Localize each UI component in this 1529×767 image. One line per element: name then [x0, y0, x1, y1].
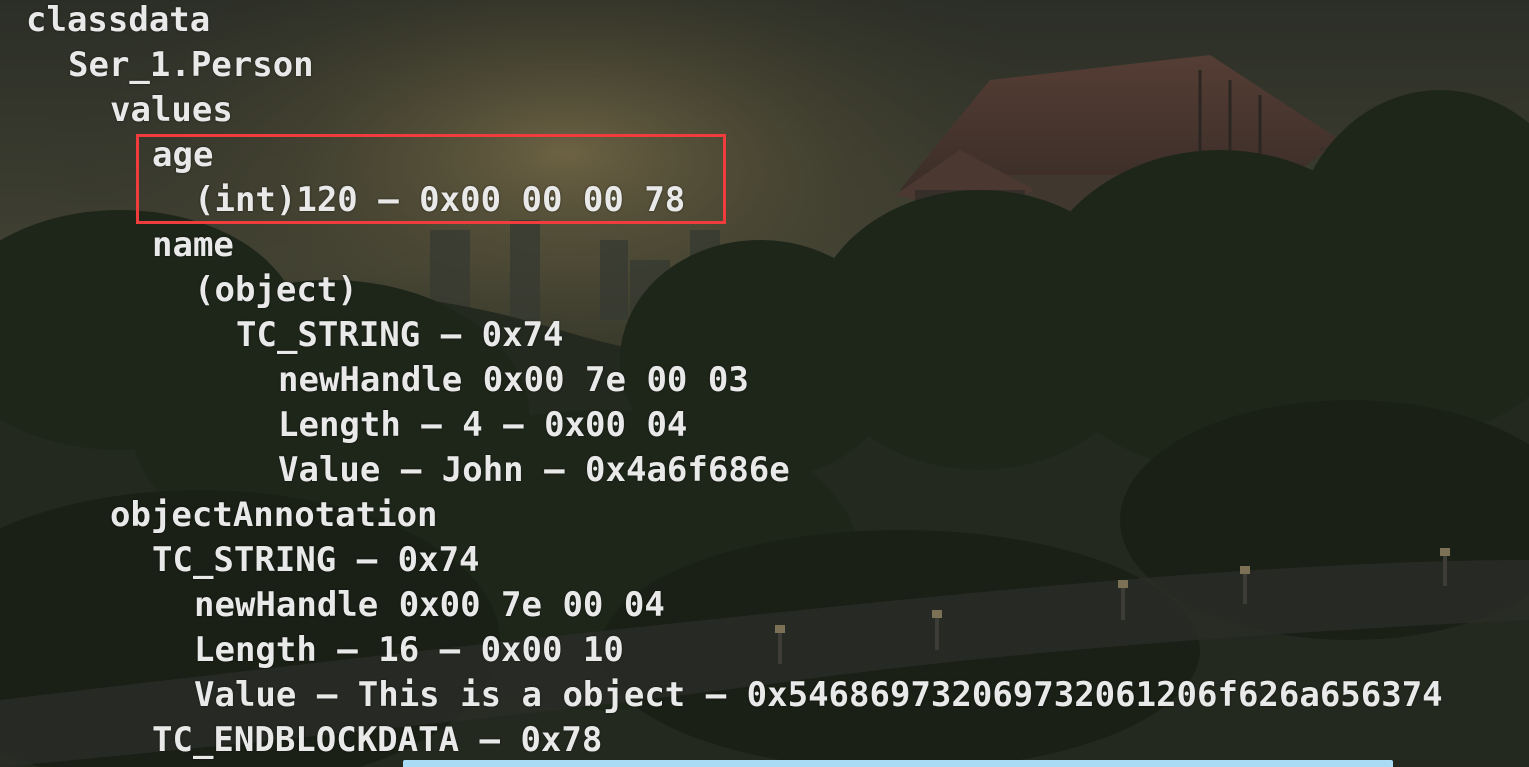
output-line: Ser_1.Person: [68, 45, 314, 85]
output-line: Length – 4 – 0x00 04: [278, 405, 688, 445]
terminal-output: classdata Ser_1.Person values age (int)120 –…: [0, 0, 1529, 767]
output-line: Value – John – 0x4a6f686e: [278, 450, 790, 490]
output-line: Value – This is a object – 0x54686973206…: [194, 675, 1443, 715]
output-line: Length – 16 – 0x00 10: [194, 630, 624, 670]
age-highlight-box: [136, 134, 726, 224]
output-line: classdata: [26, 0, 211, 40]
output-line: name: [152, 225, 234, 265]
output-line: TC_ENDBLOCKDATA – 0x78: [152, 720, 603, 760]
output-line: values: [110, 90, 233, 130]
output-line: newHandle 0x00 7e 00 04: [194, 585, 665, 625]
terminal-window: classdata Ser_1.Person values age (int)120 –…: [0, 0, 1529, 767]
output-line: objectAnnotation: [110, 495, 438, 535]
taskbar-strip: [403, 760, 1393, 767]
output-line: (object): [194, 270, 358, 310]
output-line: TC_STRING – 0x74: [236, 315, 564, 355]
output-line: TC_STRING – 0x74: [152, 540, 480, 580]
output-line: newHandle 0x00 7e 00 03: [278, 360, 749, 400]
